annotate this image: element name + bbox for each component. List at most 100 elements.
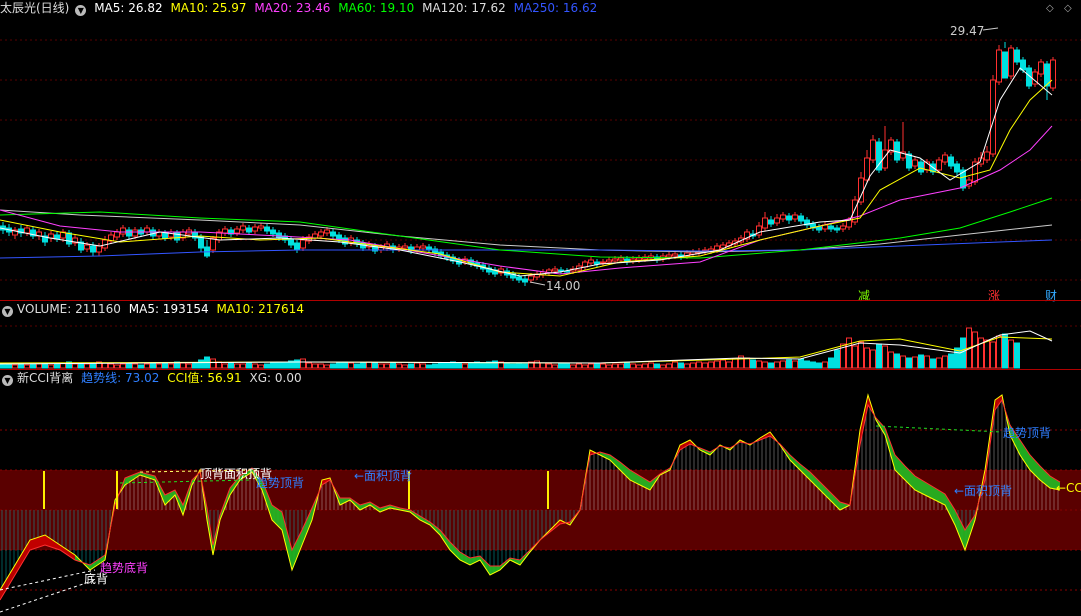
cci-fill xyxy=(1030,455,1040,480)
volume-label: VOLUME: 211160 xyxy=(17,302,121,316)
dropdown-icon[interactable]: ▼ xyxy=(2,375,13,386)
volume-bar xyxy=(72,363,78,369)
cci-fill xyxy=(955,510,965,550)
volume-panel[interactable]: ▼ VOLUME: 211160 MA5: 193154 MA10: 217614 xyxy=(0,301,1081,369)
low-arrow xyxy=(529,281,546,286)
cci-value-line xyxy=(0,393,1061,591)
cci-fill xyxy=(510,558,520,565)
cci-fill xyxy=(282,512,292,570)
candle-body xyxy=(222,228,228,234)
volume-bar xyxy=(858,341,864,369)
candle-body xyxy=(984,151,990,161)
cci-fill xyxy=(312,480,322,520)
volume-bar xyxy=(600,363,606,369)
candle-body xyxy=(666,254,672,258)
cci-fill xyxy=(400,508,410,512)
volume-bar xyxy=(648,362,654,369)
price-panel[interactable]: 太辰光(日线) ▼ MA5: 26.82 MA10: 25.97 MA20: 23… xyxy=(0,0,1081,303)
cci-fill xyxy=(470,556,480,565)
annotation-area-top-2: ←面积顶背 xyxy=(354,469,413,483)
candle-body xyxy=(324,229,330,234)
candle-body xyxy=(816,226,822,231)
candle-body xyxy=(780,214,786,220)
candle-body xyxy=(402,245,408,249)
volume-bar xyxy=(534,360,540,369)
cci-fill xyxy=(905,466,915,490)
ma250-label: MA250: 16.62 xyxy=(513,1,598,15)
volume-bar xyxy=(666,363,672,369)
volume-bar xyxy=(222,363,228,369)
dropdown-icon[interactable]: ▼ xyxy=(75,5,87,16)
volume-bar xyxy=(276,361,282,369)
cci-fill xyxy=(945,494,955,525)
cci-fill xyxy=(272,505,282,530)
cci-fill xyxy=(140,472,155,480)
candle-body xyxy=(858,177,864,203)
ma60-line xyxy=(0,197,1053,259)
ma10-label: MA10: 25.97 xyxy=(170,1,247,15)
volume-bar xyxy=(588,363,594,369)
candlestick-chart[interactable] xyxy=(0,0,1081,300)
high-price-label: 29.47 xyxy=(950,24,985,38)
high-arrow xyxy=(982,27,999,31)
volume-bar xyxy=(558,363,564,369)
volume-bar xyxy=(654,363,660,369)
candle-body xyxy=(594,261,600,265)
divergence-line xyxy=(875,425,1003,433)
cci-fill xyxy=(570,510,580,525)
volume-bar xyxy=(606,364,612,369)
volume-bar xyxy=(192,362,198,369)
volume-bar xyxy=(372,362,378,369)
cci-fill xyxy=(330,478,340,505)
annotation-area-top-1: 顶背面积顶背 xyxy=(200,467,273,481)
cci-fill xyxy=(90,555,105,570)
cci-fill xyxy=(15,540,30,575)
cci-fill xyxy=(810,472,820,490)
volume-bar xyxy=(780,360,786,369)
cci-fill xyxy=(770,432,780,445)
annotation-trend-bottom: 趋势底背 xyxy=(100,561,149,575)
price-panel-header: 太辰光(日线) ▼ MA5: 26.82 MA10: 25.97 MA20: 23… xyxy=(0,0,601,17)
candle-body xyxy=(612,258,618,262)
candle-body xyxy=(522,278,528,283)
volume-bar xyxy=(330,363,336,369)
overbought-zone xyxy=(0,470,1081,510)
volume-bar xyxy=(396,363,402,369)
candle-body xyxy=(870,139,876,161)
volume-bar xyxy=(804,360,810,369)
cci-fill xyxy=(240,468,252,480)
volume-bar xyxy=(870,349,876,369)
volume-bar xyxy=(294,359,300,369)
divergence-line xyxy=(0,579,96,613)
dropdown-icon[interactable]: ▼ xyxy=(2,306,13,317)
cci-fill xyxy=(620,462,630,480)
trend-line-label: 趋势线: 73.02 xyxy=(81,371,160,385)
cci-fill xyxy=(1050,476,1060,490)
candle-body xyxy=(132,229,138,237)
candle-body xyxy=(912,159,918,167)
volume-bar xyxy=(768,362,774,369)
cci-fill xyxy=(600,452,610,460)
candle-body xyxy=(294,242,300,251)
cci-fill xyxy=(350,498,360,510)
cci-fill xyxy=(700,448,710,455)
volume-bar xyxy=(678,362,684,369)
cci-fill xyxy=(165,490,175,505)
cci-fill xyxy=(230,476,240,495)
cci-fill xyxy=(965,515,975,550)
annotation-trend-top-1: 趋势顶背 xyxy=(256,476,305,490)
diamond-icon-2[interactable]: ◇ xyxy=(1064,3,1072,14)
volume-bar xyxy=(786,359,792,369)
volume-bar xyxy=(504,362,510,369)
candle-body xyxy=(126,229,132,237)
volume-bar xyxy=(420,363,426,369)
ma120-line xyxy=(0,209,1053,253)
volume-bar xyxy=(894,353,900,369)
volume-bar xyxy=(564,363,570,369)
volume-bar xyxy=(948,353,954,369)
volume-bar xyxy=(552,364,558,369)
diamond-icon[interactable]: ◇ xyxy=(1046,3,1054,14)
candle-body xyxy=(270,229,276,235)
volume-bar xyxy=(150,362,156,369)
cci-fill xyxy=(630,470,640,485)
